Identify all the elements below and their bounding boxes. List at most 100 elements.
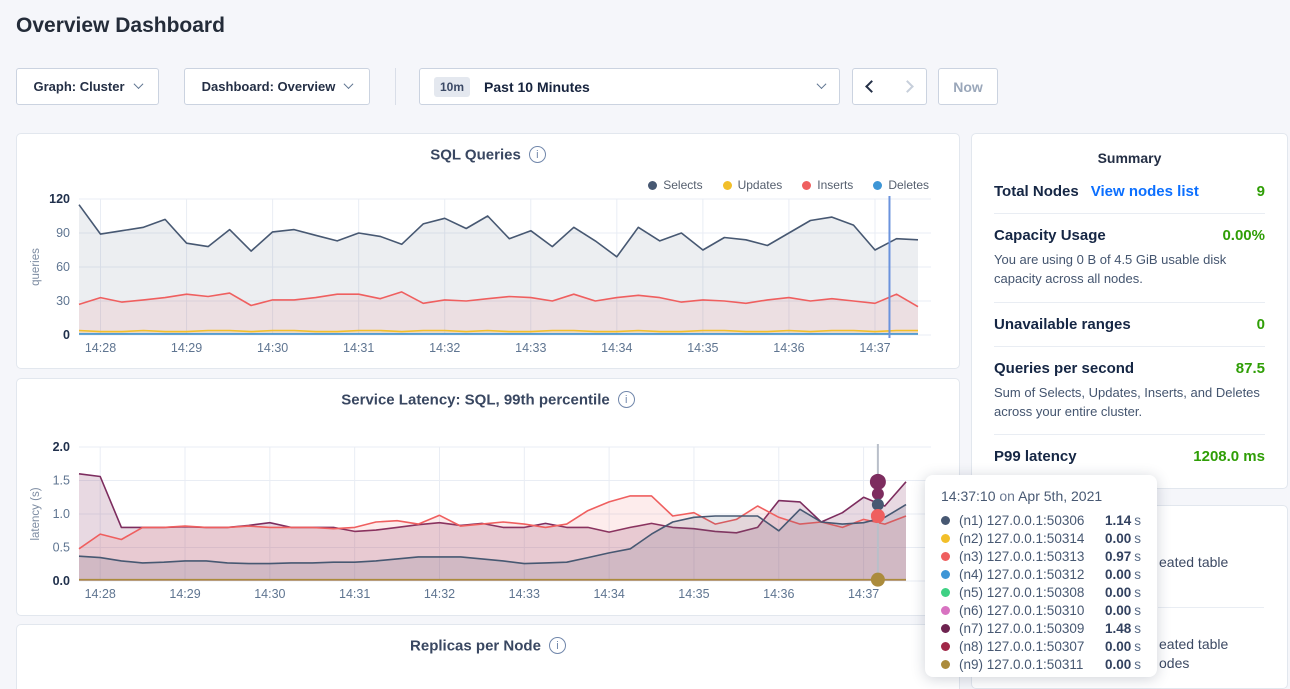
chevron-left-icon [865,80,878,93]
event-item-text: odes [1159,655,1189,671]
now-button[interactable]: Now [938,68,998,105]
svg-text:14:33: 14:33 [515,341,546,355]
summary-title: Summary [994,134,1265,170]
summary-row: P99 latency1208.0 ms [994,435,1265,478]
svg-text:14:34: 14:34 [601,341,632,355]
events-divider [1158,607,1264,608]
svg-text:0: 0 [63,328,70,342]
chevron-down-icon [344,79,354,89]
view-nodes-list-link[interactable]: View nodes list [1091,183,1199,200]
sql-queries-legend: Selects Updates Inserts Deletes [648,178,929,192]
legend-item-inserts[interactable]: Inserts [802,178,853,192]
tooltip-timestamp: 14:37:10 on Apr 5th, 2021 [941,488,1141,504]
chevron-down-icon [817,79,827,89]
svg-text:14:30: 14:30 [257,341,288,355]
series-dot-icon [941,660,950,669]
graph-dropdown-label: Graph: Cluster [33,79,124,94]
svg-text:90: 90 [56,226,70,240]
svg-text:1.5: 1.5 [53,474,70,488]
svg-text:14:28: 14:28 [85,587,116,601]
svg-text:14:36: 14:36 [763,587,794,601]
svg-text:0.5: 0.5 [53,541,70,555]
graph-dropdown[interactable]: Graph: Cluster [16,68,159,105]
svg-text:2.0: 2.0 [53,440,70,454]
svg-text:14:35: 14:35 [687,341,718,355]
tooltip-row: (n5) 127.0.0.1:503080.00s [941,583,1141,601]
time-range-dropdown[interactable]: 10m Past 10 Minutes [419,68,840,105]
tooltip-row: (n1) 127.0.0.1:503061.14s [941,511,1141,529]
summary-row: Unavailable ranges0 [994,303,1265,347]
svg-text:120: 120 [49,192,70,206]
summary-value: 9 [1257,183,1265,200]
svg-text:1.0: 1.0 [53,507,70,521]
svg-text:queries: queries [30,248,42,286]
svg-text:14:37: 14:37 [859,341,890,355]
chevron-right-icon [901,80,914,93]
event-item-text: eated table [1159,636,1228,652]
svg-text:0.0: 0.0 [53,574,70,588]
legend-dot-icon [802,181,811,190]
summary-row: Capacity Usage0.00%You are using 0 B of … [994,214,1265,303]
legend-dot-icon [723,181,732,190]
legend-item-selects[interactable]: Selects [648,178,702,192]
tooltip-row: (n8) 127.0.0.1:503070.00s [941,637,1141,655]
summary-value: 1208.0 ms [1193,448,1265,465]
tooltip-row: (n9) 127.0.0.1:503110.00s [941,655,1141,673]
svg-text:14:32: 14:32 [429,341,460,355]
replicas-per-node-title: Replicas per Node [410,637,541,654]
legend-item-deletes[interactable]: Deletes [873,178,929,192]
summary-value: 0 [1257,316,1265,333]
tooltip-row: (n4) 127.0.0.1:503120.00s [941,565,1141,583]
time-range-label: Past 10 Minutes [484,79,590,95]
tooltip-row: (n3) 127.0.0.1:503130.97s [941,547,1141,565]
svg-text:14:30: 14:30 [254,587,285,601]
svg-text:60: 60 [56,260,70,274]
series-dot-icon [941,516,950,525]
replicas-per-node-panel: Replicas per Node [16,624,960,689]
svg-text:30: 30 [56,294,70,308]
info-icon[interactable] [549,637,566,654]
svg-text:14:29: 14:29 [171,341,202,355]
series-dot-icon [941,588,950,597]
sql-queries-chart[interactable]: 030609012014:2814:2914:3014:3114:3214:33… [17,134,959,368]
page-title: Overview Dashboard [16,14,225,38]
series-dot-icon [941,606,950,615]
summary-row: Queries per second87.5Sum of Selects, Up… [994,347,1265,436]
svg-text:14:37: 14:37 [848,587,879,601]
controls-divider [395,68,396,105]
svg-text:14:33: 14:33 [509,587,540,601]
tooltip-row: (n6) 127.0.0.1:503100.00s [941,601,1141,619]
series-dot-icon [941,624,950,633]
sql-queries-title: SQL Queries [430,146,521,163]
legend-dot-icon [648,181,657,190]
svg-text:14:36: 14:36 [773,341,804,355]
summary-panel: Summary Total NodesView nodes list9Capac… [971,133,1288,489]
dashboard-dropdown[interactable]: Dashboard: Overview [184,68,370,105]
legend-dot-icon [873,181,882,190]
event-item-text: eated table [1159,554,1228,570]
summary-row: Total NodesView nodes list9 [994,170,1265,214]
series-dot-icon [941,534,950,543]
summary-value: 0.00% [1222,227,1265,244]
service-latency-title: Service Latency: SQL, 99th percentile [341,391,609,408]
sql-queries-panel: SQL Queries Selects Updates Inserts Deletes… [16,133,960,369]
series-dot-icon [941,570,950,579]
dashboard-dropdown-label: Dashboard: Overview [202,79,336,94]
service-latency-chart[interactable]: 0.00.51.01.52.014:2814:2914:3014:3114:32… [17,379,959,615]
time-next-button[interactable] [889,68,927,105]
svg-text:14:31: 14:31 [343,341,374,355]
svg-text:14:32: 14:32 [424,587,455,601]
tooltip-row: (n7) 127.0.0.1:503091.48s [941,619,1141,637]
tooltip-row: (n2) 127.0.0.1:503140.00s [941,529,1141,547]
now-button-label: Now [953,79,983,95]
chevron-down-icon [133,79,143,89]
summary-value: 87.5 [1236,360,1265,377]
svg-text:14:34: 14:34 [593,587,624,601]
svg-text:14:31: 14:31 [339,587,370,601]
info-icon[interactable] [618,391,635,408]
time-prev-button[interactable] [852,68,890,105]
time-range-badge: 10m [434,77,470,97]
svg-text:latency (s): latency (s) [30,487,42,540]
info-icon[interactable] [529,146,546,163]
legend-item-updates[interactable]: Updates [723,178,783,192]
